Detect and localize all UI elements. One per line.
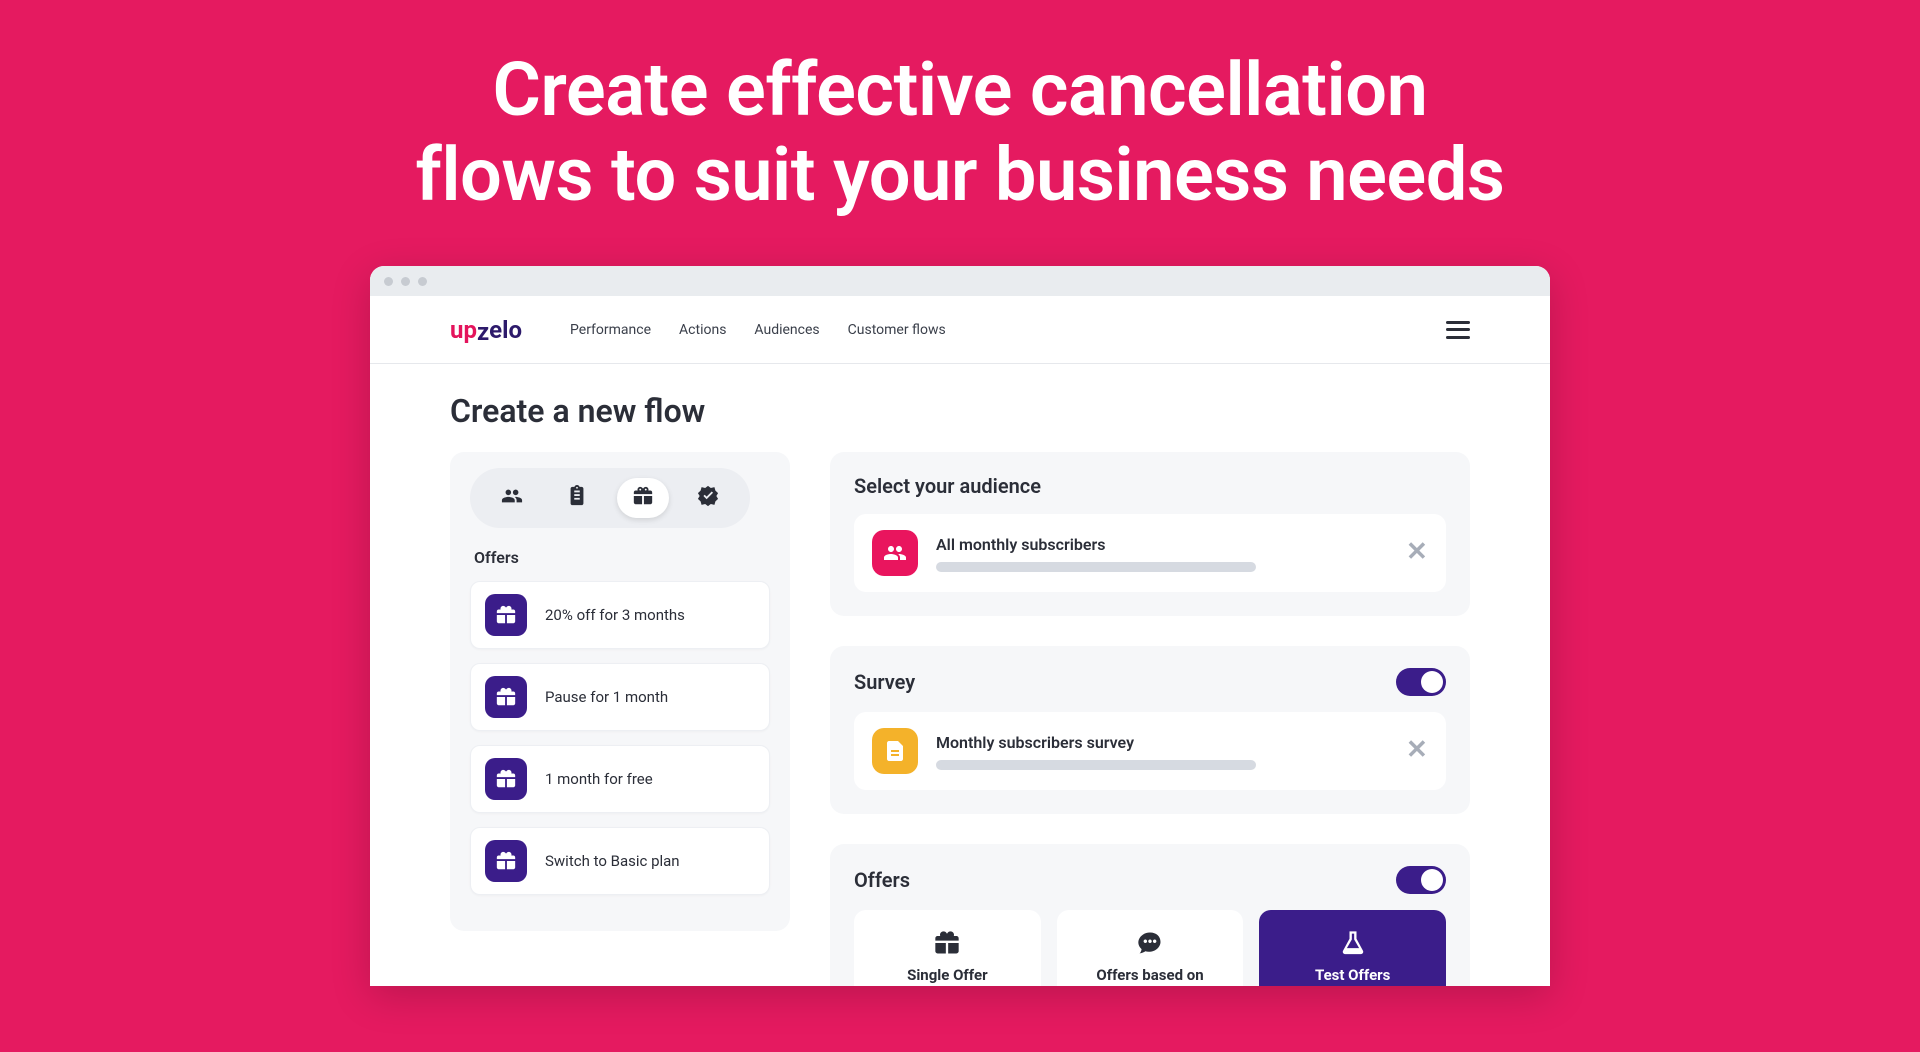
step-survey[interactable] bbox=[551, 478, 603, 518]
nav-actions[interactable]: Actions bbox=[679, 322, 726, 338]
offers-panel: Offers Single Offer One offer for all cu… bbox=[830, 844, 1470, 986]
gift-icon bbox=[485, 840, 527, 882]
offer-label: 1 month for free bbox=[545, 770, 653, 788]
logo-part-z: z bbox=[477, 318, 489, 346]
logo[interactable]: upzelo bbox=[450, 316, 522, 344]
gift-icon bbox=[485, 758, 527, 800]
survey-card[interactable]: Monthly subscribers survey ✕ bbox=[854, 712, 1446, 790]
hero-headline: Create effective cancellation flows to s… bbox=[416, 48, 1505, 218]
hero-line-1: Create effective cancellation bbox=[416, 48, 1505, 133]
offer-item[interactable]: Switch to Basic plan bbox=[470, 827, 770, 895]
offer-type-single[interactable]: Single Offer One offer for all customer bbox=[854, 910, 1041, 986]
close-icon[interactable]: ✕ bbox=[1406, 740, 1428, 762]
placeholder-bar bbox=[936, 562, 1256, 572]
page-title: Create a new flow bbox=[450, 392, 1470, 430]
placeholder-bar bbox=[936, 760, 1256, 770]
survey-toggle[interactable] bbox=[1396, 668, 1446, 696]
window-dot bbox=[418, 277, 427, 286]
offer-type-title: Single Offer bbox=[907, 966, 987, 984]
survey-card-title: Monthly subscribers survey bbox=[936, 733, 1388, 752]
menu-icon[interactable] bbox=[1446, 321, 1470, 339]
survey-panel-title: Survey bbox=[854, 670, 915, 694]
gift-icon bbox=[485, 594, 527, 636]
gift-icon bbox=[933, 928, 961, 958]
app-window: upzelo Performance Actions Audiences Cus… bbox=[370, 266, 1550, 986]
offer-label: Switch to Basic plan bbox=[545, 852, 680, 870]
verified-icon bbox=[697, 485, 719, 511]
window-dot bbox=[384, 277, 393, 286]
logo-part-elo: elo bbox=[489, 316, 522, 344]
offers-toggle[interactable] bbox=[1396, 866, 1446, 894]
window-dot bbox=[401, 277, 410, 286]
offer-label: 20% off for 3 months bbox=[545, 606, 685, 624]
offer-item[interactable]: Pause for 1 month bbox=[470, 663, 770, 731]
offer-item[interactable]: 1 month for free bbox=[470, 745, 770, 813]
audience-panel-title: Select your audience bbox=[854, 474, 1041, 498]
document-icon bbox=[872, 728, 918, 774]
close-icon[interactable]: ✕ bbox=[1406, 542, 1428, 564]
offer-type-test[interactable]: Test Offers Find the highest performing bbox=[1259, 910, 1446, 986]
nav-links: Performance Actions Audiences Customer f… bbox=[570, 322, 946, 338]
gift-icon bbox=[632, 485, 654, 511]
nav-customer-flows[interactable]: Customer flows bbox=[848, 322, 946, 338]
survey-panel: Survey Monthly subscribers survey ✕ bbox=[830, 646, 1470, 814]
audience-card-title: All monthly subscribers bbox=[936, 535, 1388, 554]
offers-section-label: Offers bbox=[474, 548, 770, 567]
step-confirm[interactable] bbox=[682, 478, 734, 518]
step-offers[interactable] bbox=[617, 478, 669, 518]
offer-item[interactable]: 20% off for 3 months bbox=[470, 581, 770, 649]
flask-icon bbox=[1339, 928, 1367, 958]
people-icon bbox=[501, 485, 523, 511]
gift-icon bbox=[485, 676, 527, 718]
hero-line-2: flows to suit your business needs bbox=[416, 133, 1505, 218]
people-icon bbox=[872, 530, 918, 576]
nav-audiences[interactable]: Audiences bbox=[754, 322, 819, 338]
flow-step-tabs bbox=[470, 468, 750, 528]
audience-card[interactable]: All monthly subscribers ✕ bbox=[854, 514, 1446, 592]
offer-label: Pause for 1 month bbox=[545, 688, 668, 706]
audience-panel: Select your audience All monthly subscri… bbox=[830, 452, 1470, 616]
window-titlebar bbox=[370, 266, 1550, 296]
offer-type-title: Offers based on responses bbox=[1071, 966, 1230, 986]
clipboard-icon bbox=[566, 485, 588, 511]
top-nav: upzelo Performance Actions Audiences Cus… bbox=[370, 296, 1550, 364]
flow-steps-panel: Offers 20% off for 3 months Pause for bbox=[450, 452, 790, 931]
chat-icon bbox=[1136, 928, 1164, 958]
offers-panel-title: Offers bbox=[854, 868, 910, 892]
step-audience[interactable] bbox=[486, 478, 538, 518]
content-area: Create a new flow bbox=[370, 364, 1550, 986]
offer-type-title: Test Offers bbox=[1315, 966, 1390, 984]
offer-type-responses[interactable]: Offers based on responses Match offers t… bbox=[1057, 910, 1244, 986]
nav-performance[interactable]: Performance bbox=[570, 322, 651, 338]
logo-part-up: up bbox=[450, 316, 477, 344]
